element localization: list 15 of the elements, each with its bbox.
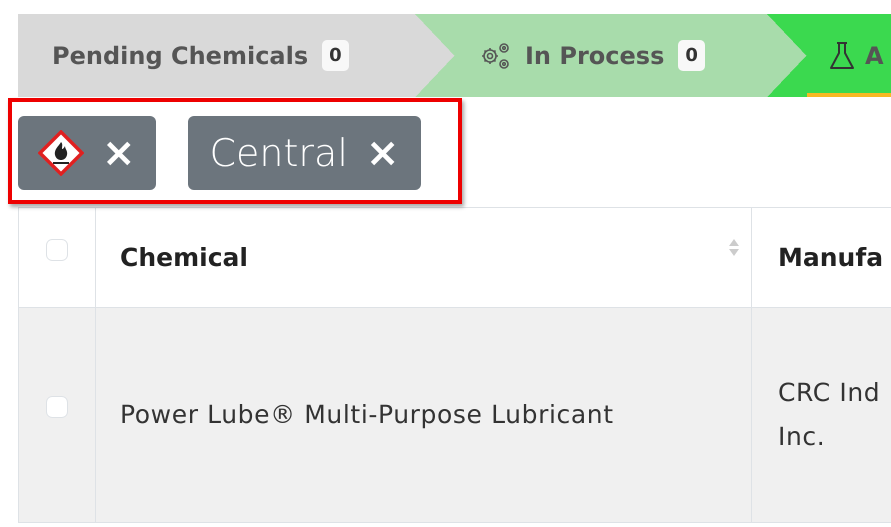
filter-chip[interactable]: × bbox=[18, 116, 156, 190]
count-badge: 0 bbox=[322, 40, 349, 71]
flammable-icon bbox=[38, 130, 84, 176]
table-cell: Power Lube® Multi-Purpose Lubricant bbox=[96, 308, 752, 522]
column-header[interactable]: Chemical bbox=[96, 208, 752, 308]
step-tab[interactable]: Pending Chemicals 0 bbox=[18, 14, 455, 97]
row-checkbox[interactable] bbox=[46, 396, 68, 418]
sort-icon bbox=[728, 238, 740, 256]
table-cell: CRC Ind Inc. bbox=[752, 308, 891, 522]
count-badge: 0 bbox=[678, 40, 705, 71]
filter-chip[interactable]: Central × bbox=[188, 116, 422, 190]
step-tab[interactable]: In Process 0 bbox=[455, 14, 807, 97]
select-all-checkbox[interactable] bbox=[46, 238, 68, 261]
step-tab[interactable]: A bbox=[807, 14, 891, 97]
flask-icon bbox=[827, 40, 857, 72]
